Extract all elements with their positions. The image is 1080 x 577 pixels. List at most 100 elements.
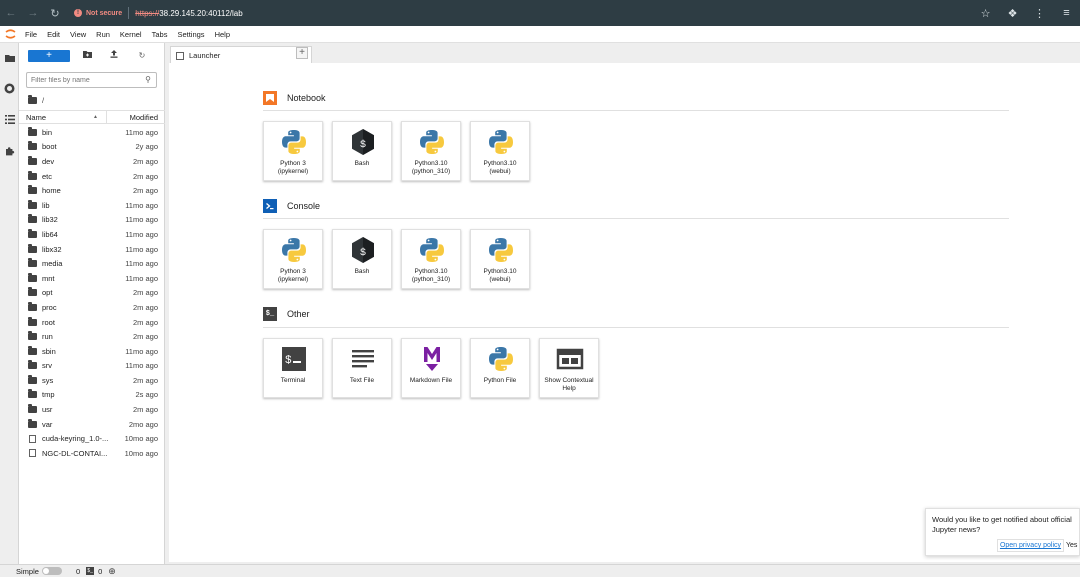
folder-icon: [28, 301, 37, 311]
list-item[interactable]: proc 2m ago: [19, 300, 165, 315]
running-sessions-icon[interactable]: [4, 83, 15, 94]
tab-launcher[interactable]: Launcher ×: [170, 46, 312, 64]
back-arrow-icon[interactable]: ←: [0, 0, 22, 26]
notification-message: Would you like to get notified about off…: [932, 515, 1072, 534]
file-name: media: [42, 259, 63, 269]
list-item[interactable]: sys 2m ago: [19, 373, 165, 388]
console-card-python310[interactable]: Python3.10 (python_310): [401, 229, 461, 289]
list-item[interactable]: root 2m ago: [19, 315, 165, 330]
menu-edit[interactable]: Edit: [42, 30, 65, 39]
security-indicator[interactable]: ! Not secure: [74, 9, 122, 17]
more-vert-icon[interactable]: ⋮: [1026, 0, 1053, 26]
table-of-contents-icon[interactable]: [4, 114, 15, 125]
list-item[interactable]: libx32 11mo ago: [19, 242, 165, 257]
list-item[interactable]: mnt 11mo ago: [19, 271, 165, 286]
notebook-card-python310[interactable]: Python3.10 (python_310): [401, 121, 461, 181]
list-item[interactable]: var 2mo ago: [19, 417, 165, 432]
file-name: proc: [42, 302, 57, 312]
notebook-card-webui[interactable]: Python3.10 (webui): [470, 121, 530, 181]
menu-kernel[interactable]: Kernel: [115, 30, 147, 39]
notebook-icon: [263, 91, 277, 105]
column-modified-header[interactable]: Modified: [107, 113, 165, 122]
list-item[interactable]: sbin 11mo ago: [19, 344, 165, 359]
notebook-card-bash[interactable]: $ Bash: [332, 121, 392, 181]
list-item[interactable]: run 2m ago: [19, 329, 165, 344]
list-item[interactable]: boot 2y ago: [19, 140, 165, 155]
card-label: Show Contextual Help: [544, 377, 594, 392]
open-privacy-policy-button[interactable]: Open privacy policy: [997, 539, 1064, 552]
list-item[interactable]: lib32 11mo ago: [19, 213, 165, 228]
folder-icon: [28, 141, 37, 151]
menu-view[interactable]: View: [65, 30, 91, 39]
file-modified: 10mo ago: [124, 448, 158, 458]
file-modified: 11mo ago: [125, 273, 158, 283]
list-item[interactable]: srv 11mo ago: [19, 359, 165, 374]
list-item[interactable]: opt 2m ago: [19, 286, 165, 301]
list-item[interactable]: home 2m ago: [19, 183, 165, 198]
console-card-webui[interactable]: Python3.10 (webui): [470, 229, 530, 289]
address-bar[interactable]: https://38.29.145.20:40112/lab: [135, 9, 243, 18]
python-icon: [279, 235, 309, 265]
kernel-status-icon[interactable]: ⊕: [108, 566, 116, 577]
list-item[interactable]: bin 11mo ago: [19, 125, 165, 140]
list-item[interactable]: lib 11mo ago: [19, 198, 165, 213]
upload-icon[interactable]: [108, 50, 120, 62]
bookmark-star-icon[interactable]: ☆: [972, 0, 999, 26]
file-modified: 2m ago: [132, 156, 158, 166]
reading-list-icon[interactable]: ≡: [1053, 0, 1080, 26]
folder-icon: [28, 360, 37, 370]
list-item[interactable]: etc 2m ago: [19, 169, 165, 184]
file-name: run: [42, 332, 53, 342]
other-card-markdown-file[interactable]: Markdown File: [401, 338, 461, 398]
extensions-puzzle-icon[interactable]: [4, 145, 15, 156]
card-label: Bash: [354, 160, 370, 167]
python-icon: [417, 127, 447, 157]
jupyter-menubar: File Edit View Run Kernel Tabs Settings …: [0, 26, 1080, 43]
add-tab-button[interactable]: +: [296, 47, 308, 59]
menu-run[interactable]: Run: [91, 30, 115, 39]
yes-button[interactable]: Yes: [1066, 539, 1080, 552]
file-icon: [29, 434, 36, 443]
list-item[interactable]: cuda-keyring_1.0-... 10mo ago: [19, 431, 165, 446]
reload-icon[interactable]: ↻: [44, 0, 66, 26]
terminal-icon: $: [279, 344, 309, 374]
list-item[interactable]: NGC-DL-CONTAI... 10mo ago: [19, 446, 165, 461]
breadcrumb[interactable]: /: [28, 94, 44, 106]
console-card-bash[interactable]: $ Bash: [332, 229, 392, 289]
new-folder-icon[interactable]: [81, 50, 93, 62]
list-item[interactable]: lib64 11mo ago: [19, 227, 165, 242]
menu-help[interactable]: Help: [210, 30, 235, 39]
extensions-icon[interactable]: ❖: [999, 0, 1026, 26]
list-item[interactable]: usr 2m ago: [19, 402, 165, 417]
browser-actions: ☆ ❖ ⋮ ≡: [972, 0, 1080, 26]
menu-file[interactable]: File: [20, 30, 42, 39]
file-name: lib: [42, 200, 50, 210]
warning-icon: !: [74, 9, 82, 17]
console-card-python3[interactable]: Python 3 (ipykernel): [263, 229, 323, 289]
bash-icon: $: [348, 235, 378, 265]
terminal-icon: $_: [86, 567, 95, 575]
column-name-header[interactable]: Name ▲: [19, 111, 107, 123]
other-card-text-file[interactable]: Text File: [332, 338, 392, 398]
notebook-card-python3[interactable]: Python 3 (ipykernel): [263, 121, 323, 181]
file-filter-input[interactable]: [27, 73, 139, 87]
other-card-contextual-help[interactable]: Show Contextual Help: [539, 338, 599, 398]
new-launcher-button[interactable]: +: [28, 50, 70, 62]
other-card-python-file[interactable]: Python File: [470, 338, 530, 398]
list-item[interactable]: media 11mo ago: [19, 256, 165, 271]
menu-settings[interactable]: Settings: [172, 30, 209, 39]
list-item[interactable]: dev 2m ago: [19, 154, 165, 169]
list-item[interactable]: tmp 2s ago: [19, 388, 165, 403]
file-name: dev: [42, 156, 55, 166]
folder-icon[interactable]: [4, 52, 15, 63]
file-modified: 11mo ago: [125, 200, 158, 210]
simple-mode-toggle[interactable]: [41, 567, 62, 575]
status-bar: Simple 0 $_ 0 ⊕: [0, 564, 1080, 577]
other-card-terminal[interactable]: $ Terminal: [263, 338, 323, 398]
menu-tabs[interactable]: Tabs: [147, 30, 173, 39]
breadcrumb-root[interactable]: /: [42, 96, 44, 105]
file-modified: 2m ago: [132, 302, 158, 312]
refresh-icon[interactable]: ↻: [136, 50, 148, 62]
forward-arrow-icon[interactable]: →: [22, 0, 44, 26]
column-name-label: Name: [26, 112, 47, 122]
